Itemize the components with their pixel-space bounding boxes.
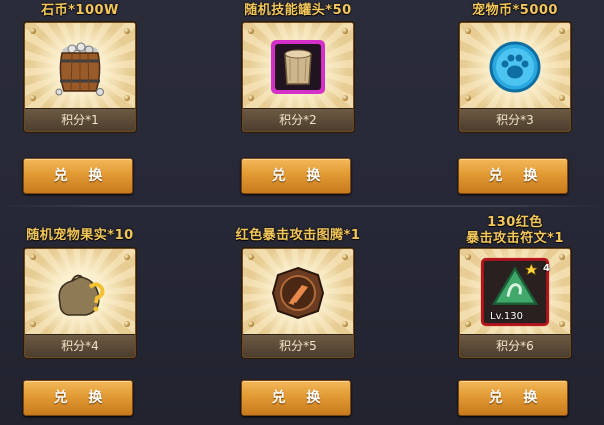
rune-star-count: 4 [543,263,550,274]
item-title-line1: 130红色 [487,215,543,230]
exchange-button[interactable]: 兑 换 [241,380,351,416]
fruit-sack-icon [58,274,105,316]
exchange-button[interactable]: 兑 换 [23,158,133,194]
item-points: 积分*2 [243,108,353,131]
item-card[interactable]: 积分*5 [242,248,354,358]
item-title: 随机技能罐头*50 [244,3,352,18]
item-title-line2: 暴击攻击符文*1 [466,231,564,246]
exchange-button[interactable]: 兑 换 [23,380,133,416]
item-title: 宠物币*5000 [472,3,558,18]
crit-totem-icon [271,266,325,320]
item-card[interactable]: 4 Lv.130 积分*6 [459,248,571,358]
skill-can-icon [271,40,325,94]
item-card[interactable]: 积分*4 [24,248,136,358]
item-points: 积分*4 [25,334,135,357]
item-points: 积分*6 [460,334,570,357]
coin-barrel-icon [55,42,104,96]
row-divider [0,205,604,207]
item-title: 石币*100W [41,3,119,18]
exchange-button[interactable]: 兑 换 [458,380,568,416]
item-title: 红色暴击攻击图腾*1 [235,228,361,243]
exchange-button[interactable]: 兑 换 [458,158,568,194]
item-title: 随机宠物果实*10 [26,228,134,243]
item-card[interactable]: 积分*2 [242,22,354,132]
item-points: 积分*3 [460,108,570,131]
item-card[interactable]: 积分*3 [459,22,571,132]
pet-coin-icon [489,41,541,93]
item-points: 积分*5 [243,334,353,357]
item-card[interactable]: 积分*1 [24,22,136,132]
exchange-button[interactable]: 兑 换 [241,158,351,194]
item-points: 积分*1 [25,108,135,131]
rune-level: Lv.130 [490,311,523,322]
